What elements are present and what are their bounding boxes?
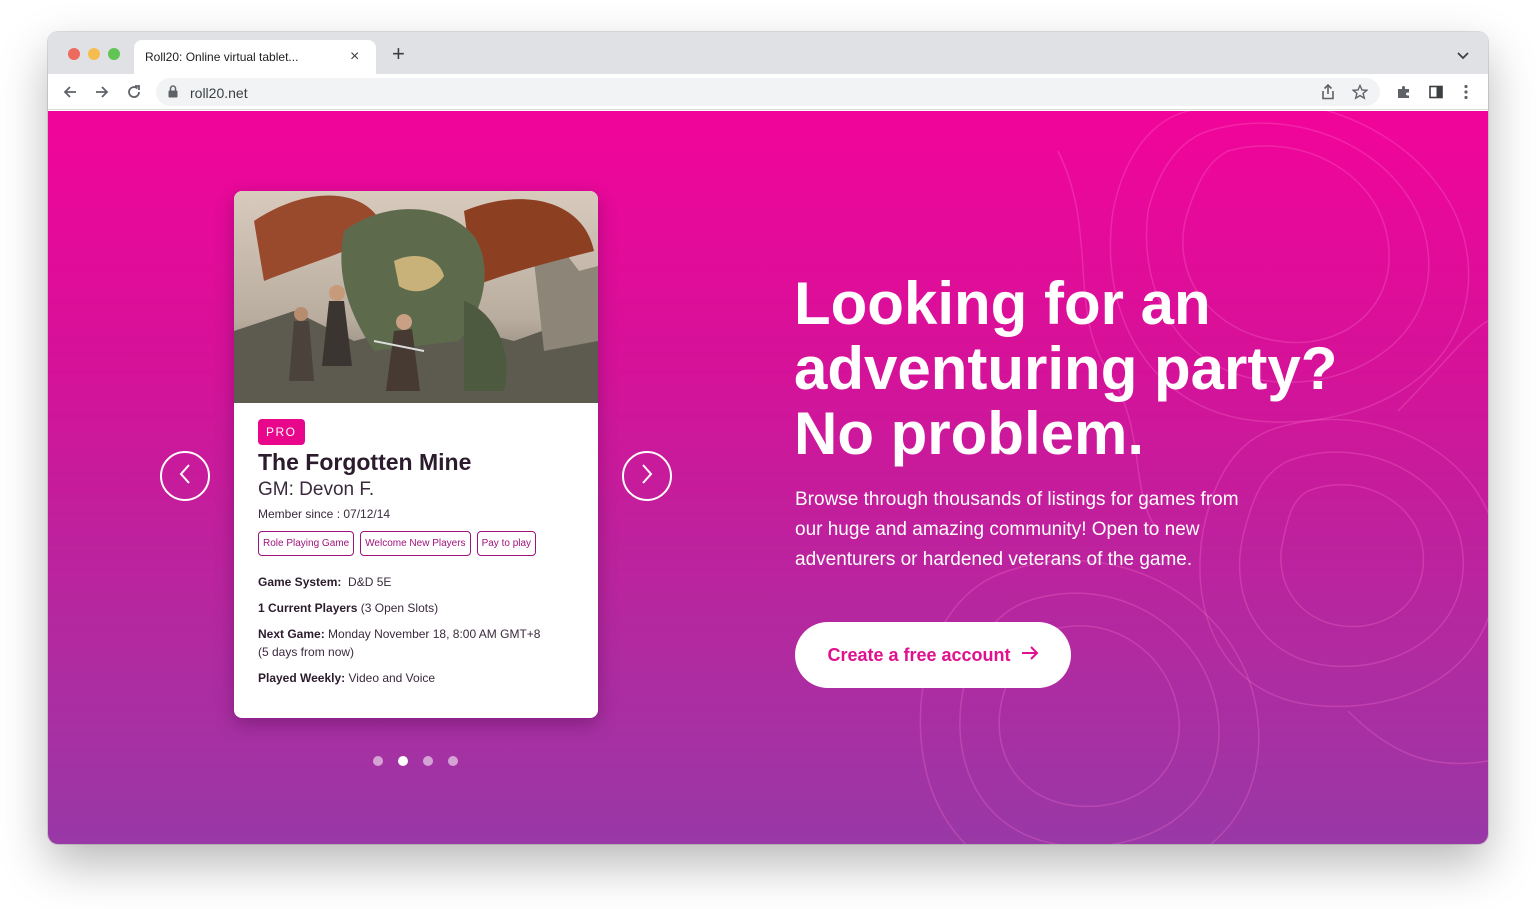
tab-title: Roll20: Online virtual tablet... <box>145 50 299 64</box>
chevron-left-icon <box>178 463 192 490</box>
browser-window: Roll20: Online virtual tablet... × + rol… <box>48 32 1488 844</box>
hero-section: PRO The Forgotten Mine GM: Devon F. Memb… <box>48 111 1488 844</box>
url-text: roll20.net <box>190 85 248 101</box>
next-game-value: Monday November 18, 8:00 AM GMT+8 <box>328 627 541 641</box>
create-account-button[interactable]: Create a free account <box>795 622 1071 688</box>
carousel-dot[interactable] <box>448 756 458 766</box>
tag-role-playing-game: Role Playing Game <box>258 531 355 556</box>
dragon-artwork-image <box>234 191 598 403</box>
member-since: Member since : 07/12/14 <box>258 507 391 521</box>
carousel-dot-active[interactable] <box>398 756 408 766</box>
lock-icon <box>168 85 178 103</box>
subtitle-line: adventurers or hardened veterans of the … <box>795 549 1193 570</box>
browser-toolbar: roll20.net <box>48 74 1488 110</box>
players-value: (3 Open Slots) <box>360 601 439 615</box>
game-title[interactable]: The Forgotten Mine <box>258 449 471 476</box>
forward-icon[interactable] <box>92 82 112 102</box>
browser-tab[interactable]: Roll20: Online virtual tablet... × <box>134 40 376 74</box>
close-window-button[interactable] <box>68 48 80 60</box>
game-system-value: D&D 5E <box>348 575 392 589</box>
game-master: GM: Devon F. <box>258 479 375 500</box>
carousel-prev-button[interactable] <box>160 451 210 501</box>
subtitle-line: Browse through thousands of listings for… <box>795 489 1239 510</box>
hero-headline: Looking for an adventuring party? No pro… <box>794 271 1414 466</box>
maximize-window-button[interactable] <box>108 48 120 60</box>
subtitle-line: our huge and amazing community! Open to … <box>795 519 1200 540</box>
chevron-down-icon[interactable] <box>1456 48 1470 66</box>
chevron-right-icon <box>640 463 654 490</box>
extensions-icon[interactable] <box>1394 82 1414 102</box>
sidepanel-icon[interactable] <box>1426 82 1446 102</box>
tab-close-icon[interactable]: × <box>350 47 359 67</box>
tag-pay-to-play: Pay to play <box>476 531 537 556</box>
pro-badge: PRO <box>258 419 305 445</box>
carousel-dot[interactable] <box>373 756 383 766</box>
new-tab-button[interactable]: + <box>392 43 405 65</box>
game-system-label: Game System: <box>258 575 342 589</box>
menu-icon[interactable] <box>1456 82 1476 102</box>
game-system-row: Game System: D&D 5E <box>258 573 391 591</box>
carousel-next-button[interactable] <box>622 451 672 501</box>
hero-subtitle: Browse through thousands of listings for… <box>795 485 1315 575</box>
share-icon[interactable] <box>1318 82 1338 102</box>
headline-line: No problem. <box>794 400 1145 467</box>
next-game-label: Next Game: <box>258 627 325 641</box>
carousel-indicators <box>373 756 458 766</box>
tab-strip: Roll20: Online virtual tablet... × + <box>48 32 1488 74</box>
headline-line: adventuring party? <box>794 335 1338 402</box>
address-bar[interactable]: roll20.net <box>156 78 1380 106</box>
next-game-row: Next Game: Monday November 18, 8:00 AM G… <box>258 625 540 661</box>
star-icon[interactable] <box>1350 82 1370 102</box>
minimize-window-button[interactable] <box>88 48 100 60</box>
players-row: 1 Current Players (3 Open Slots) <box>258 599 438 617</box>
tag-list: Role Playing Game Welcome New Players Pa… <box>258 531 537 556</box>
tag-welcome-new-players: Welcome New Players <box>360 531 471 556</box>
played-row: Played Weekly: Video and Voice <box>258 669 435 687</box>
carousel-dot[interactable] <box>423 756 433 766</box>
next-game-relative: (5 days from now) <box>258 645 355 659</box>
create-account-label: Create a free account <box>827 644 1011 665</box>
played-value: Video and Voice <box>348 671 436 685</box>
game-listing-card[interactable]: PRO The Forgotten Mine GM: Devon F. Memb… <box>234 191 598 718</box>
back-icon[interactable] <box>60 82 80 102</box>
players-label: 1 Current Players <box>258 601 358 615</box>
reload-icon[interactable] <box>124 82 144 102</box>
arrow-right-icon <box>1021 645 1039 666</box>
headline-line: Looking for an <box>794 270 1211 337</box>
played-label: Played Weekly: <box>258 671 346 685</box>
